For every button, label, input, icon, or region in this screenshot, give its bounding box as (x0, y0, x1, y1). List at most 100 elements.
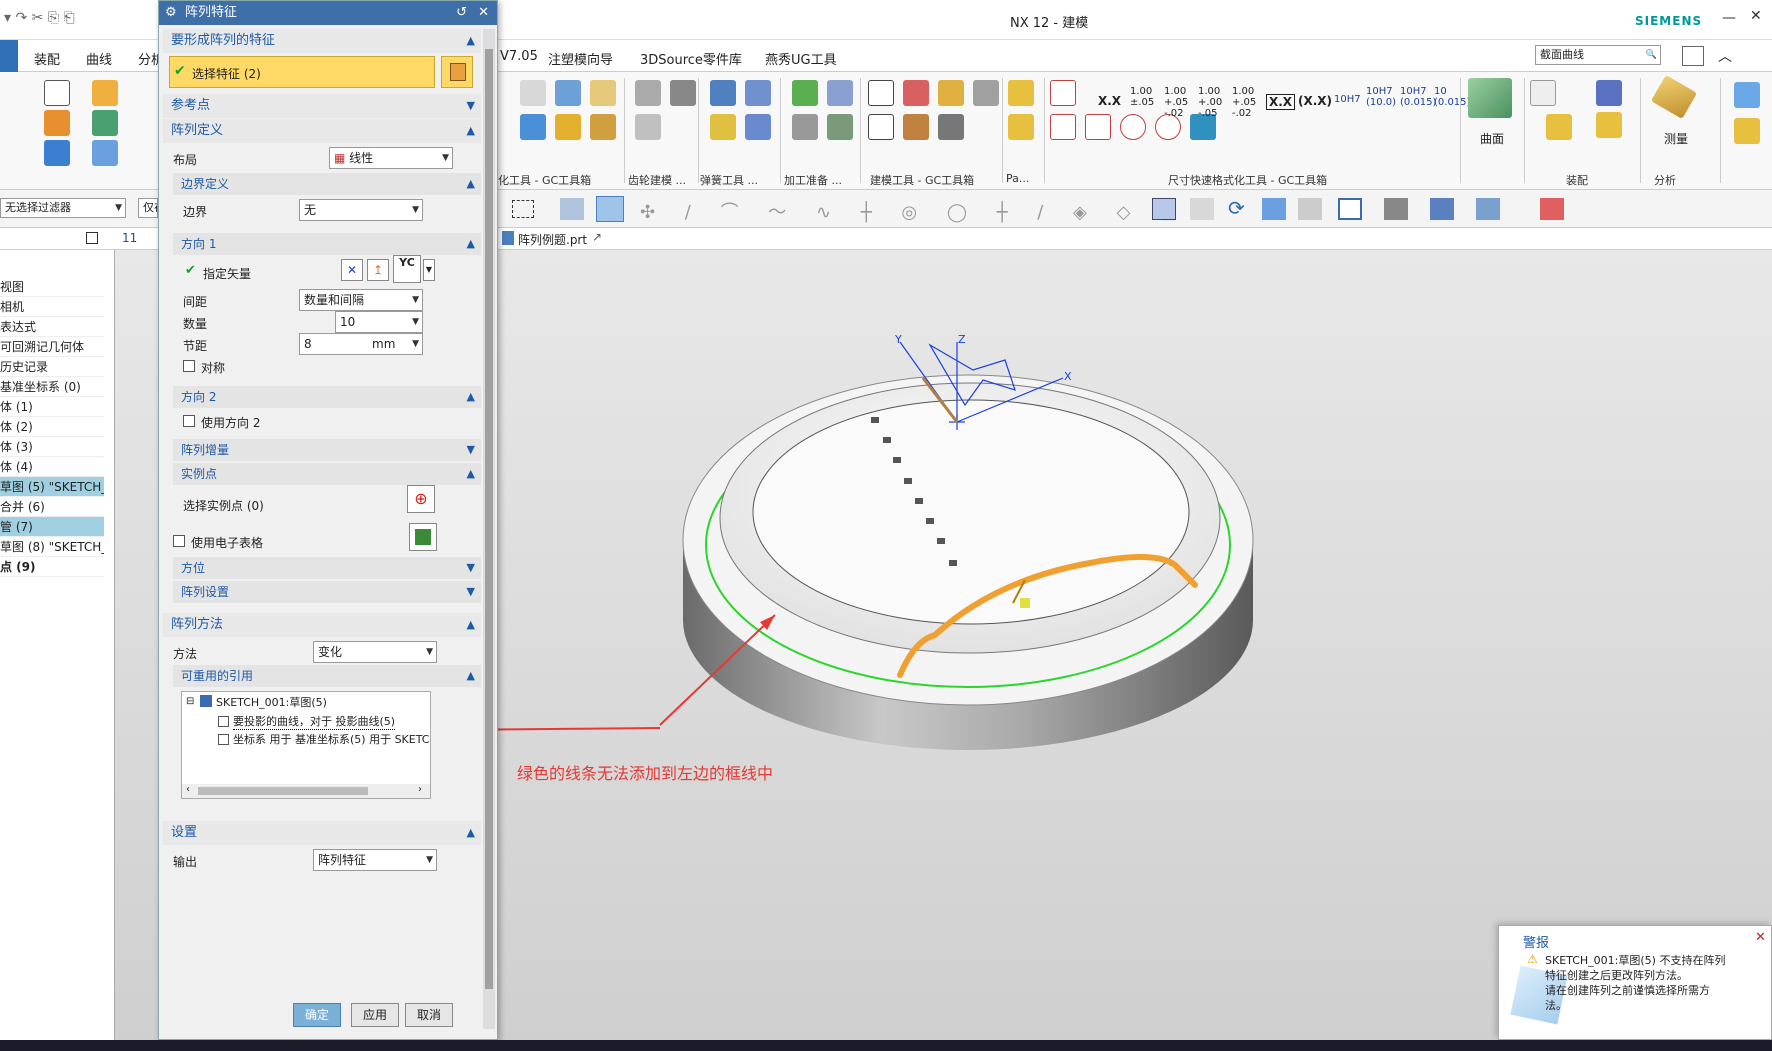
tree-item2-checkbox[interactable] (218, 734, 229, 745)
dim-tool-icon[interactable] (1050, 80, 1076, 106)
tol-label-4[interactable]: 1.00 +.05 -.02 (1232, 86, 1260, 119)
select-feature-row[interactable]: ✔ 选择特征 (2) (169, 56, 435, 88)
spring-2-icon[interactable] (745, 80, 771, 106)
tree-item2-label[interactable]: 坐标系 用于 基准坐标系(5) 用于 SKETCH (233, 731, 429, 747)
view-fit-icon[interactable] (1152, 198, 1176, 220)
triangle-icon[interactable] (868, 80, 894, 106)
dim-tool-2-icon[interactable] (1050, 114, 1076, 140)
symmetric-checkbox[interactable] (183, 360, 195, 372)
orient-view-icon[interactable] (1338, 198, 1362, 220)
menu-tab-curve[interactable]: 曲线 (86, 49, 112, 68)
section-method-header[interactable]: 阵列方法 ▲ (163, 613, 481, 637)
nav-item-body-3[interactable]: 体 (3) (0, 437, 104, 457)
nav-item-point-9[interactable]: 点 (9) (0, 557, 104, 577)
scroll-left-icon[interactable]: ‹ (186, 784, 190, 795)
select-box-icon[interactable] (512, 200, 534, 218)
clip-icon[interactable] (1540, 198, 1564, 220)
menu-tab-assembly[interactable]: 装配 (34, 49, 60, 68)
reverse-direction-icon[interactable]: ↥ (367, 259, 389, 281)
assembly-add-icon[interactable] (1546, 114, 1572, 140)
extrude-icon[interactable] (92, 80, 118, 106)
point-handle[interactable] (1020, 598, 1030, 608)
pitch-input[interactable]: 8 mm ▼ (299, 333, 423, 355)
tree-item1-checkbox[interactable] (218, 716, 229, 727)
gc-tool-4-icon[interactable] (520, 114, 546, 140)
command-search-combo[interactable]: 截面曲线 🔍 (1535, 45, 1661, 65)
table-tool-icon[interactable] (903, 80, 929, 106)
nav-item-expression[interactable]: 表达式 (0, 317, 104, 337)
model-tool-icon[interactable] (938, 80, 964, 106)
model-tool-3-icon[interactable] (903, 114, 929, 140)
dim-tool-4-icon[interactable] (1120, 114, 1146, 140)
gc-tool-2-icon[interactable] (555, 80, 581, 106)
spring-3-icon[interactable] (710, 114, 736, 140)
tree-item1-label[interactable]: 要投影的曲线，对于 投影曲线(5) (233, 713, 396, 730)
machining-2-icon[interactable] (827, 80, 853, 106)
quick-access-icons[interactable]: ▾ ↷ ✂ ⎘ ⎗ (4, 10, 75, 26)
nav-item-camera[interactable]: 相机 (0, 297, 104, 317)
close-icon[interactable]: ✕ (478, 1, 489, 25)
dialog-title[interactable]: ⚙ 阵列特征 ↺ ✕ (159, 1, 497, 25)
gc-tool-6-icon[interactable] (590, 114, 616, 140)
nav-item-unite-6[interactable]: 合并 (6) (0, 497, 104, 517)
spring-icon[interactable] (710, 80, 736, 106)
cancel-button[interactable]: 取消 (405, 1003, 453, 1027)
note-icon[interactable] (868, 114, 894, 140)
model-tool-4-icon[interactable] (938, 114, 964, 140)
model-tool-2-icon[interactable] (973, 80, 999, 106)
direction1-header[interactable]: 方向 1 ▲ (173, 233, 481, 255)
close-window-icon[interactable]: ✕ (1750, 8, 1762, 24)
tol-label-2[interactable]: 1.00 +.05 -.02 (1164, 86, 1192, 119)
pattern-settings-header[interactable]: 阵列设置 ▼ (173, 581, 481, 603)
shaded-icon[interactable] (1430, 198, 1454, 220)
dialog-scrollbar[interactable] (483, 29, 495, 1029)
scroll-right-icon[interactable]: › (418, 784, 422, 795)
menu-tab-v705[interactable]: V7.05 (500, 49, 538, 64)
snap-point-icons[interactable]: ✣ ∕ ⌒ 〜 ∿ ┼ ◎ ◯ ┼ ∕ ◈ ◇ ▦ (640, 198, 1189, 224)
tol-label-1[interactable]: 1.00 ±.05 (1130, 86, 1158, 108)
tree-root-label[interactable]: SKETCH_001:草图(5) (216, 694, 327, 710)
vector-type-button[interactable]: YC (393, 255, 421, 283)
boundary-dropdown[interactable]: 无 ▼ (299, 199, 423, 221)
surface-label[interactable]: 曲面 (1480, 130, 1504, 147)
feature-picker-button[interactable] (441, 56, 473, 88)
inner-edge[interactable] (752, 399, 1190, 625)
measure-label[interactable]: 测量 (1664, 130, 1688, 147)
tol-paren-label[interactable]: (X.X) (1298, 94, 1332, 108)
reset-icon[interactable]: ↺ (456, 1, 467, 25)
analysis-tool-icon[interactable] (1734, 82, 1760, 108)
render-icon[interactable] (1298, 198, 1322, 220)
minimize-icon[interactable]: — (1722, 10, 1736, 26)
nav-tab-label[interactable]: 11 (122, 231, 137, 245)
pan-icon[interactable] (1262, 198, 1286, 220)
gc-tool-3-icon[interactable] (590, 80, 616, 106)
tol-h7-3-label[interactable]: 10H7 (0.015) (1400, 86, 1436, 108)
gc-tool-1-icon[interactable] (520, 80, 546, 106)
menu-tab-3dsource[interactable]: 3DSource零件库 (640, 49, 742, 68)
nav-item-view[interactable]: 视图 (0, 277, 104, 297)
gear-tool-icon[interactable] (635, 80, 661, 106)
section-ref-point-header[interactable]: 参考点 ▼ (163, 94, 481, 118)
section-features-header[interactable]: 要形成阵列的特征 ▲ (163, 29, 481, 53)
tol-xx-label[interactable]: X.X (1098, 94, 1121, 108)
tree-hscroll-thumb[interactable] (198, 787, 368, 795)
measure-icon[interactable] (1650, 75, 1698, 119)
nav-item-body-4[interactable]: 体 (4) (0, 457, 104, 477)
layout-dropdown[interactable]: ▦ 线性 ▼ (329, 147, 453, 169)
feature-icon[interactable] (44, 110, 70, 136)
instance-points-header[interactable]: 实例点 ▲ (173, 463, 481, 485)
output-dropdown[interactable]: 阵列特征 ▼ (313, 849, 437, 871)
assembly-tool-3-icon[interactable] (1596, 112, 1622, 138)
gear-tool-2-icon[interactable] (670, 80, 696, 106)
dialog-scroll-thumb[interactable] (485, 49, 493, 989)
machining-4-icon[interactable] (827, 114, 853, 140)
use-spreadsheet-checkbox[interactable] (173, 535, 185, 547)
vector-dialog-icon[interactable]: ✕ (341, 259, 363, 281)
machining-icon[interactable] (792, 80, 818, 106)
chevron-down-icon[interactable]: ▼ (423, 259, 435, 281)
spring-4-icon[interactable] (745, 114, 771, 140)
direction2-header[interactable]: 方向 2 ▲ (173, 386, 481, 408)
surface-icon[interactable] (1468, 78, 1512, 118)
scope-filter-combo[interactable]: 仅在 (138, 198, 158, 218)
fullscreen-icon[interactable] (1682, 46, 1704, 66)
